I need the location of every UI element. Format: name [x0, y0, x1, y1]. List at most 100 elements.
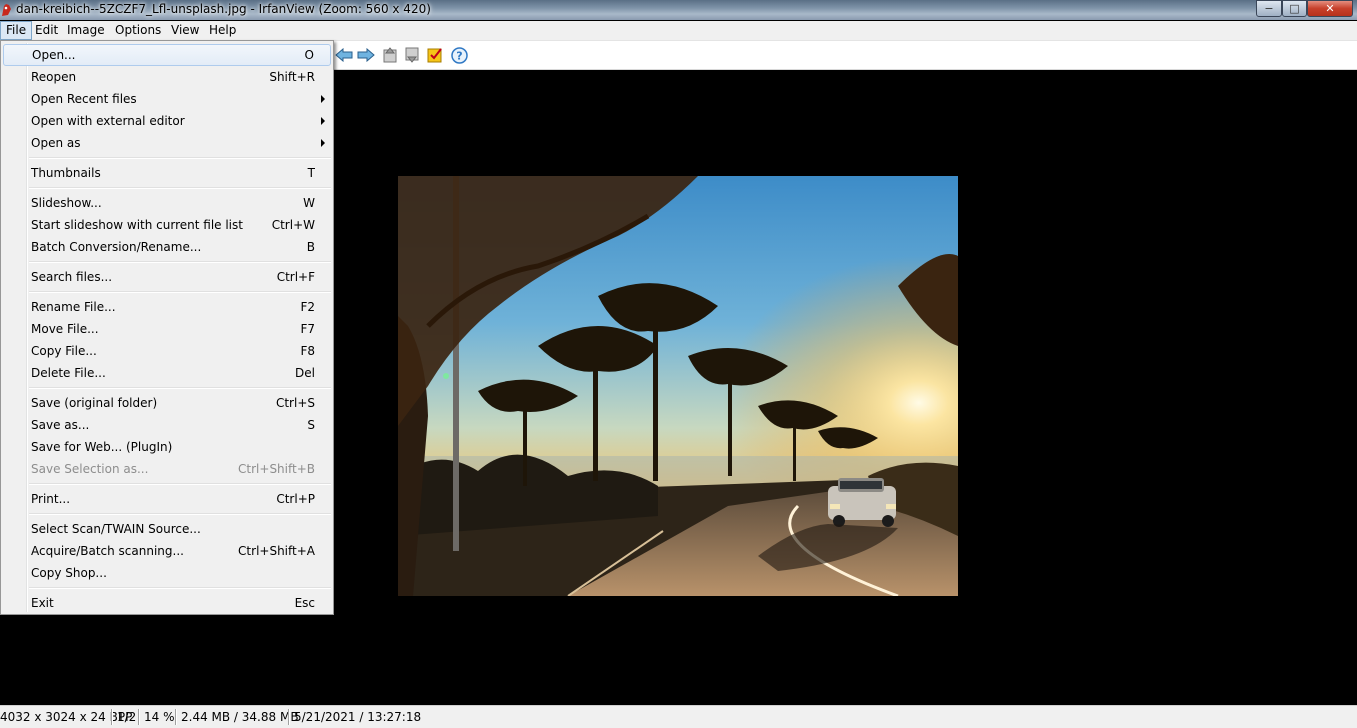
menu-item-acquire-batch-scanning[interactable]: Acquire/Batch scanning... Ctrl+Shift+A: [3, 540, 331, 562]
checklist-icon[interactable]: [426, 46, 444, 64]
menu-item-save-for-web[interactable]: Save for Web... (PlugIn): [3, 436, 331, 458]
menu-item-label: Exit: [31, 596, 54, 610]
displayed-photo: [398, 176, 958, 596]
menu-item-shortcut: Ctrl+P: [276, 492, 315, 506]
menu-separator: [29, 513, 331, 515]
close-icon: ✕: [1325, 2, 1335, 15]
menu-item-label: Open Recent files: [31, 92, 137, 106]
menu-item-label: Batch Conversion/Rename...: [31, 240, 202, 254]
menu-help[interactable]: Help: [204, 21, 241, 40]
menu-item-shortcut: Shift+R: [269, 70, 315, 84]
menu-item-rename-file[interactable]: Rename File... F2: [3, 296, 331, 318]
menu-item-label: Delete File...: [31, 366, 106, 380]
help-icon[interactable]: ?: [450, 46, 468, 64]
menu-item-label: Acquire/Batch scanning...: [31, 544, 184, 558]
menu-item-label: Start slideshow with current file list: [31, 218, 243, 232]
close-button[interactable]: ✕: [1307, 0, 1353, 17]
menu-item-label: Slideshow...: [31, 196, 102, 210]
menu-item-label: Copy Shop...: [31, 566, 107, 580]
menu-item-label: Move File...: [31, 322, 99, 336]
menu-item-shortcut: F7: [300, 322, 315, 336]
maximize-button[interactable]: □: [1282, 0, 1307, 17]
status-divider: [288, 709, 290, 725]
menu-item-thumbnails[interactable]: Thumbnails T: [3, 162, 331, 184]
file-menu-dropdown: Open... O Reopen Shift+R Open Recent fil…: [0, 40, 334, 615]
menu-item-label: Reopen: [31, 70, 77, 84]
menu-item-shortcut: F8: [300, 344, 315, 358]
menu-item-shortcut: W: [303, 196, 315, 210]
menu-item-shortcut: Ctrl+F: [276, 270, 315, 284]
menu-item-label: Search files...: [31, 270, 113, 284]
menu-item-shortcut: Del: [295, 366, 315, 380]
status-divider: [175, 709, 177, 725]
submenu-arrow-icon: [321, 117, 325, 125]
menu-item-label: Open...: [32, 48, 76, 62]
status-datetime: 5/21/2021 / 13:27:18: [294, 710, 422, 724]
page-down-icon[interactable]: [403, 46, 421, 64]
window-title: dan-kreibich--5ZCZF7_Lfl-unsplash.jpg - …: [16, 2, 431, 16]
menu-item-label: Save as...: [31, 418, 90, 432]
menu-item-label: Save for Web... (PlugIn): [31, 440, 173, 454]
page-up-icon[interactable]: [381, 46, 399, 64]
menu-edit[interactable]: Edit: [30, 21, 63, 40]
menu-item-shortcut: T: [307, 166, 315, 180]
menu-item-copy-file[interactable]: Copy File... F8: [3, 340, 331, 362]
status-divider: [111, 709, 113, 725]
menu-item-label: Save Selection as...: [31, 462, 149, 476]
menu-item-save-original[interactable]: Save (original folder) Ctrl+S: [3, 392, 331, 414]
maximize-icon: □: [1289, 2, 1300, 15]
menu-separator: [29, 387, 331, 389]
status-filesize: 2.44 MB / 34.88 MB: [181, 710, 299, 724]
menu-item-shortcut: Ctrl+Shift+A: [238, 544, 315, 558]
menu-item-label: Save (original folder): [31, 396, 158, 410]
menu-item-start-slideshow[interactable]: Start slideshow with current file list C…: [3, 214, 331, 236]
menu-separator: [29, 261, 331, 263]
menu-item-select-scan-source[interactable]: Select Scan/TWAIN Source...: [3, 518, 331, 540]
menu-item-open-external-editor[interactable]: Open with external editor: [3, 110, 331, 132]
menu-item-batch-conversion[interactable]: Batch Conversion/Rename... B: [3, 236, 331, 258]
menu-item-shortcut: Ctrl+Shift+B: [238, 462, 315, 476]
submenu-arrow-icon: [321, 139, 325, 147]
svg-text:?: ?: [456, 49, 462, 62]
menu-item-label: Open as: [31, 136, 81, 150]
forward-arrow-icon[interactable]: [357, 46, 375, 64]
menu-item-reopen[interactable]: Reopen Shift+R: [3, 66, 331, 88]
menu-separator: [29, 291, 331, 293]
menu-item-print[interactable]: Print... Ctrl+P: [3, 488, 331, 510]
menu-item-copy-shop[interactable]: Copy Shop...: [3, 562, 331, 584]
menu-item-shortcut: S: [307, 418, 315, 432]
menu-item-move-file[interactable]: Move File... F7: [3, 318, 331, 340]
menu-separator: [29, 483, 331, 485]
menu-item-label: Print...: [31, 492, 71, 506]
menu-image[interactable]: Image: [62, 21, 110, 40]
menu-item-slideshow[interactable]: Slideshow... W: [3, 192, 331, 214]
menu-item-open-as[interactable]: Open as: [3, 132, 331, 154]
menu-item-shortcut: Ctrl+W: [271, 218, 315, 232]
minimize-icon: −: [1264, 2, 1274, 15]
submenu-arrow-icon: [321, 95, 325, 103]
menu-item-shortcut: Ctrl+S: [275, 396, 315, 410]
menu-view[interactable]: View: [166, 21, 204, 40]
minimize-button[interactable]: −: [1256, 0, 1282, 17]
irfanview-app-icon[interactable]: [0, 3, 12, 17]
menu-item-label: Select Scan/TWAIN Source...: [31, 522, 201, 536]
menu-item-save-as[interactable]: Save as... S: [3, 414, 331, 436]
menu-item-shortcut: O: [304, 48, 314, 62]
menu-separator: [29, 157, 331, 159]
menu-item-open[interactable]: Open... O: [3, 44, 331, 66]
title-bar: dan-kreibich--5ZCZF7_Lfl-unsplash.jpg - …: [0, 0, 1357, 20]
status-zoom: 14 %: [144, 710, 175, 724]
menu-item-exit[interactable]: Exit Esc: [3, 592, 331, 614]
menu-item-search-files[interactable]: Search files... Ctrl+F: [3, 266, 331, 288]
menu-item-delete-file[interactable]: Delete File... Del: [3, 362, 331, 384]
menu-file[interactable]: File: [0, 21, 33, 40]
menu-item-save-selection: Save Selection as... Ctrl+Shift+B: [3, 458, 331, 480]
menu-item-open-recent[interactable]: Open Recent files: [3, 88, 331, 110]
menu-item-label: Open with external editor: [31, 114, 185, 128]
menu-item-label: Copy File...: [31, 344, 97, 358]
menu-item-shortcut: B: [306, 240, 315, 254]
menu-item-label: Rename File...: [31, 300, 116, 314]
menu-item-shortcut: F2: [300, 300, 315, 314]
menu-options[interactable]: Options: [110, 21, 166, 40]
back-arrow-icon[interactable]: [335, 46, 353, 64]
